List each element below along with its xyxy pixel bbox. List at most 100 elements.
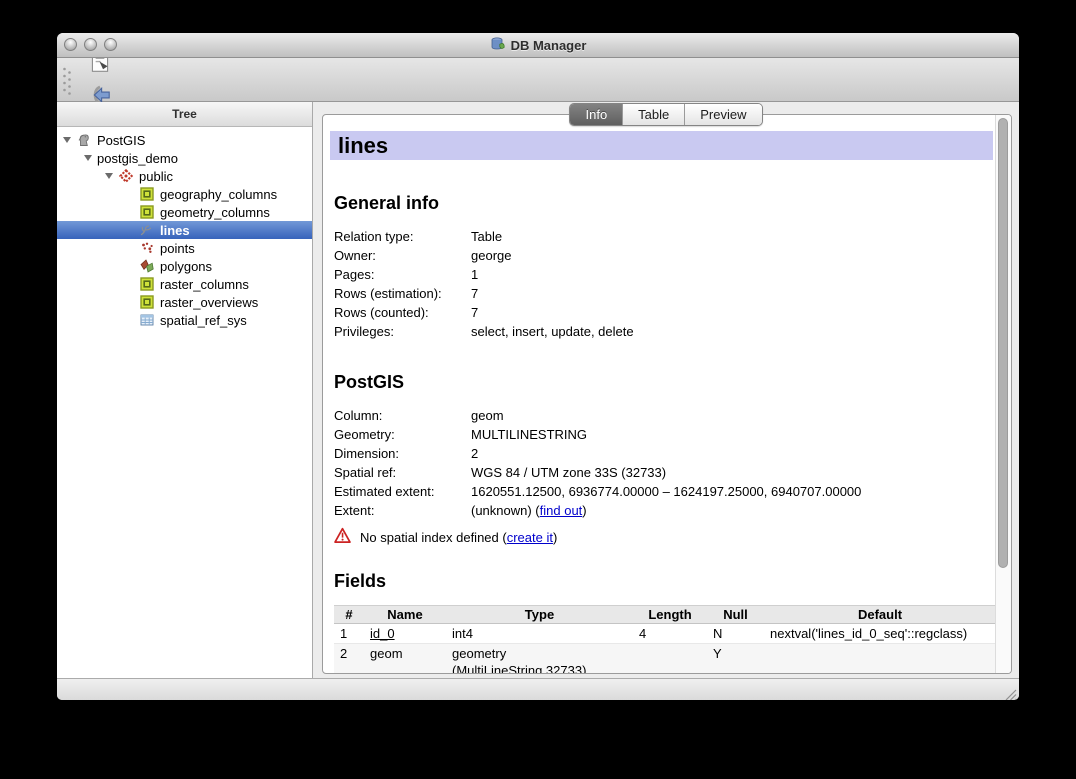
- field-cell-default: [764, 644, 996, 674]
- tree-item-label: raster_columns: [160, 277, 249, 292]
- traffic-lights: [64, 38, 117, 51]
- window-title: DB Manager: [511, 38, 587, 53]
- elephant-icon: [76, 132, 92, 148]
- tab-preview[interactable]: Preview: [685, 104, 761, 125]
- info-tab-page: lines General infoRelation type:TableOwn…: [322, 114, 1012, 674]
- info-content: lines General infoRelation type:TableOwn…: [323, 115, 996, 673]
- tree-item-label: geometry_columns: [160, 205, 270, 220]
- tree-item-PostGIS[interactable]: PostGIS: [57, 131, 312, 149]
- field-cell-null: N: [707, 624, 764, 644]
- window-title-group: DB Manager: [57, 33, 1019, 57]
- field-cell-num: 2: [334, 644, 364, 674]
- tree-item-lines[interactable]: lines: [57, 221, 312, 239]
- tree-item-postgis_demo[interactable]: postgis_demo: [57, 149, 312, 167]
- fields-column-header: Null: [707, 606, 764, 624]
- db-tree: PostGIS postgis_demopublic geography_colum…: [57, 127, 312, 329]
- page-title: lines: [330, 131, 993, 160]
- info-row: Column:geom: [330, 406, 996, 425]
- section-heading: PostGIS: [334, 371, 996, 393]
- warning-text: No spatial index defined (create it): [360, 530, 557, 545]
- fields-column-header: Default: [764, 606, 996, 624]
- tree-item-raster_overviews[interactable]: raster_overviews: [57, 293, 312, 311]
- info-row: Dimension:2: [330, 444, 996, 463]
- field-cell-type: geometry (MultiLineString,32733): [446, 644, 633, 674]
- zoom-button[interactable]: [104, 38, 117, 51]
- field-cell-type: int4: [446, 624, 633, 644]
- layer-icon: [139, 276, 155, 292]
- field-cell-length: [633, 644, 707, 674]
- info-row: Geometry:MULTILINESTRING: [330, 425, 996, 444]
- polygon-layer-icon: [139, 258, 155, 274]
- tree-panel: Tree PostGIS postgis_demopublic geography_…: [57, 102, 313, 678]
- fields-table: #NameTypeLengthNullDefault 1id_0int44Nne…: [334, 605, 996, 673]
- main-area: Tree PostGIS postgis_demopublic geography_…: [57, 102, 1019, 678]
- tree-item-label: postgis_demo: [97, 151, 178, 166]
- info-row-value: 1620551.12500, 6936774.00000 – 1624197.2…: [471, 482, 996, 501]
- tree-item-points[interactable]: points: [57, 239, 312, 257]
- tree-item-label: lines: [160, 223, 190, 238]
- info-row: Spatial ref:WGS 84 / UTM zone 33S (32733…: [330, 463, 996, 482]
- disclosure-triangle-icon[interactable]: [84, 155, 97, 161]
- fields-column-header: Name: [364, 606, 446, 624]
- field-row: 2geomgeometry (MultiLineString,32733)Y: [334, 644, 996, 674]
- info-row: Rows (estimation):7: [330, 284, 996, 303]
- spatial-index-warning: No spatial index defined (create it): [334, 528, 996, 546]
- tree-item-spatial_ref_sys[interactable]: spatial_ref_sys: [57, 311, 312, 329]
- info-row-value: MULTILINESTRING: [471, 425, 996, 444]
- info-row: Privileges:select, insert, update, delet…: [330, 322, 996, 341]
- table-icon: [139, 312, 155, 328]
- info-row-value: WGS 84 / UTM zone 33S (32733): [471, 463, 996, 482]
- db-manager-window: DB Manager Tree PostGIS postgis_demopubli…: [57, 33, 1019, 700]
- tree-item-public[interactable]: public: [57, 167, 312, 185]
- info-row-value: 7: [471, 303, 996, 322]
- info-row-label: Owner:: [334, 246, 471, 265]
- disclosure-triangle-icon[interactable]: [105, 173, 118, 179]
- info-row: Pages:1: [330, 265, 996, 284]
- section-heading: General info: [334, 192, 996, 214]
- tree-item-polygons[interactable]: polygons: [57, 257, 312, 275]
- info-row-value: george: [471, 246, 996, 265]
- screen-background: DB Manager Tree PostGIS postgis_demopubli…: [0, 0, 1076, 779]
- info-row: Owner:george: [330, 246, 996, 265]
- info-row-label: Column:: [334, 406, 471, 425]
- tab-table[interactable]: Table: [623, 104, 685, 125]
- fields-heading: Fields: [334, 570, 996, 592]
- info-row: Rows (counted):7: [330, 303, 996, 322]
- layer-icon: [139, 294, 155, 310]
- info-row-label: Geometry:: [334, 425, 471, 444]
- info-row-label: Estimated extent:: [334, 482, 471, 501]
- tree-item-geography_columns[interactable]: geography_columns: [57, 185, 312, 203]
- content-scrollbar[interactable]: [995, 115, 1011, 673]
- resize-grip[interactable]: [1004, 688, 1017, 700]
- toolbar-drag-handle[interactable]: [62, 65, 72, 95]
- schema-icon: [118, 168, 134, 184]
- title-bar[interactable]: DB Manager: [57, 33, 1019, 58]
- find-out-link[interactable]: find out: [540, 503, 583, 518]
- create-it-link[interactable]: create it: [507, 530, 553, 545]
- info-row-label: Extent:: [334, 501, 471, 520]
- tree-item-label: spatial_ref_sys: [160, 313, 247, 328]
- db-manager-icon: [490, 36, 506, 55]
- info-row: Extent:(unknown) (find out): [330, 501, 996, 520]
- tree-panel-header: Tree: [57, 102, 312, 127]
- field-cell-length: 4: [633, 624, 707, 644]
- tree-item-raster_columns[interactable]: raster_columns: [57, 275, 312, 293]
- tree-item-label: geography_columns: [160, 187, 277, 202]
- tree-item-geometry_columns[interactable]: geometry_columns: [57, 203, 312, 221]
- tree-item-label: polygons: [160, 259, 212, 274]
- fields-header-row: #NameTypeLengthNullDefault: [334, 606, 996, 624]
- warning-icon: [334, 527, 351, 547]
- close-button[interactable]: [64, 38, 77, 51]
- field-row: 1id_0int44Nnextval('lines_id_0_seq'::reg…: [334, 624, 996, 644]
- disclosure-triangle-icon[interactable]: [63, 137, 76, 143]
- field-name-link[interactable]: id_0: [370, 626, 395, 641]
- tree-item-label: PostGIS: [97, 133, 145, 148]
- field-cell-null: Y: [707, 644, 764, 674]
- tree-item-label: raster_overviews: [160, 295, 258, 310]
- info-row-value: 2: [471, 444, 996, 463]
- tab-info[interactable]: Info: [570, 104, 623, 125]
- minimize-button[interactable]: [84, 38, 97, 51]
- layer-icon: [139, 204, 155, 220]
- tab-bar: InfoTablePreview: [313, 103, 1019, 126]
- scrollbar-thumb[interactable]: [998, 118, 1008, 568]
